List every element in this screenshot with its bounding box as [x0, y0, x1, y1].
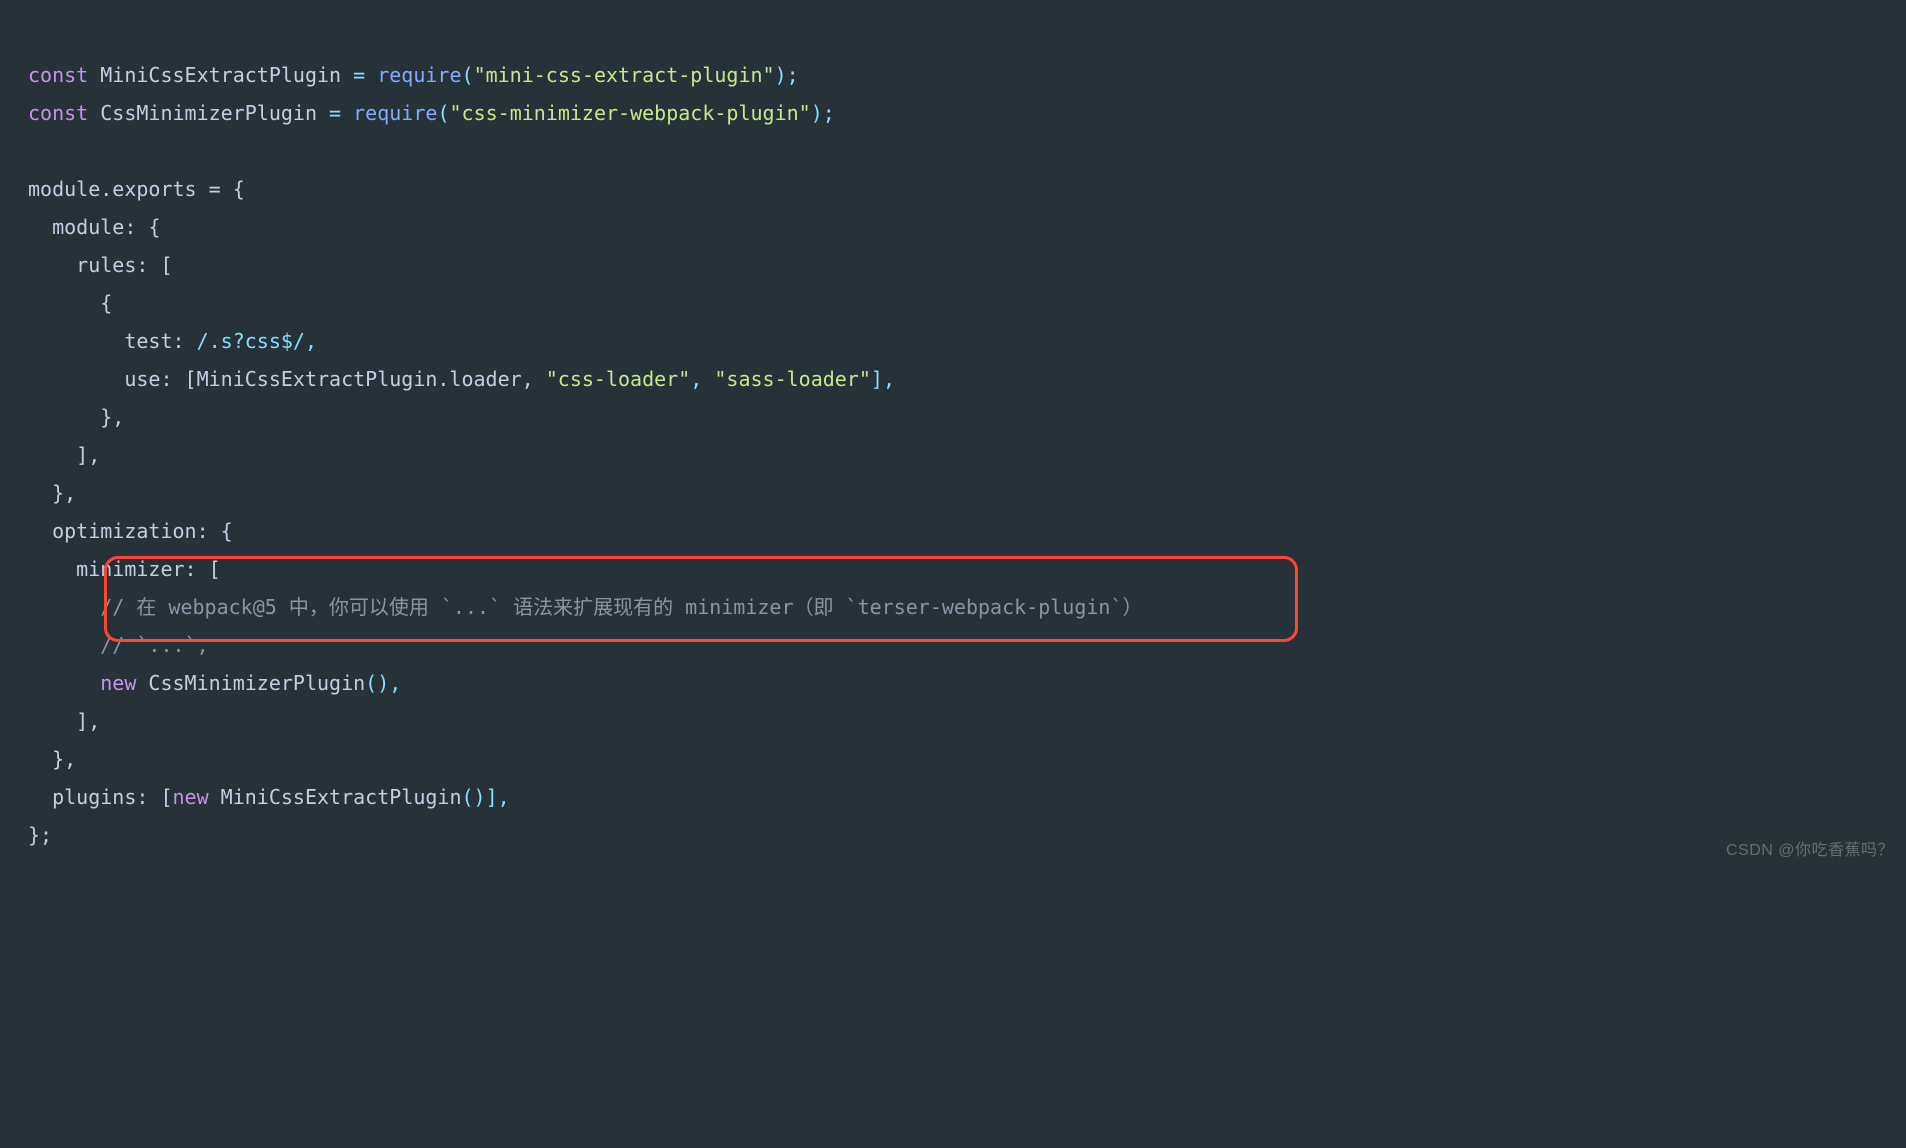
paren-close: ): [775, 63, 787, 87]
fn-require: require: [353, 101, 437, 125]
op: =: [341, 63, 377, 87]
regex-literal: /.s?css$/: [197, 329, 305, 353]
line-rules-close: ],: [28, 443, 100, 467]
watermark-text: CSDN @你吃香蕉吗？: [1726, 836, 1894, 866]
space: [136, 671, 148, 695]
line-rules-open: rules: [: [28, 253, 173, 277]
line-new-cssmin-lead: [28, 671, 100, 695]
keyword-new: new: [100, 671, 136, 695]
line-plugins-lead: plugins: [: [28, 785, 173, 809]
line-rule-open: {: [28, 291, 112, 315]
semicolon: ;: [787, 63, 799, 87]
string-literal: "mini-css-extract-plugin": [474, 63, 775, 87]
call-tail: (),: [365, 671, 401, 695]
comma: ,: [690, 367, 714, 391]
line-module-open: module: {: [28, 215, 160, 239]
line-optimization-open: optimization: {: [28, 519, 233, 543]
line-minimizer-close: ],: [28, 709, 100, 733]
comment-line-1: // 在 webpack@5 中，你可以使用 `...` 语法来扩展现有的 mi…: [28, 595, 1143, 619]
line-optimization-close: },: [28, 747, 76, 771]
line-use-lead: use: [MiniCssExtractPlugin.loader,: [28, 367, 546, 391]
call-tail: ()],: [462, 785, 510, 809]
line-minimizer-open: minimizer: [: [28, 557, 221, 581]
string-sass-loader: "sass-loader": [714, 367, 871, 391]
line-module-close: },: [28, 481, 76, 505]
paren-open: (: [462, 63, 474, 87]
fn-require: require: [377, 63, 461, 87]
comment-line-2: // `...`,: [28, 633, 209, 657]
op: =: [317, 101, 353, 125]
var-cssmin: CssMinimizerPlugin: [100, 101, 317, 125]
line-test-lead: test:: [28, 329, 197, 353]
class-cssminimizer: CssMinimizerPlugin: [148, 671, 365, 695]
keyword-new: new: [173, 785, 209, 809]
var-minicss: MiniCssExtractPlugin: [100, 63, 341, 87]
paren-open: (: [437, 101, 449, 125]
keyword-const: const: [28, 101, 88, 125]
paren-close: ): [811, 101, 823, 125]
bracket-close: ],: [871, 367, 895, 391]
string-literal: "css-minimizer-webpack-plugin": [449, 101, 810, 125]
string-css-loader: "css-loader": [546, 367, 691, 391]
keyword-const: const: [28, 63, 88, 87]
class-minicss: MiniCssExtractPlugin: [221, 785, 462, 809]
line-module-exports: module.exports = {: [28, 177, 245, 201]
space: [209, 785, 221, 809]
line-rule-close: },: [28, 405, 124, 429]
semicolon: ;: [823, 101, 835, 125]
comma: ,: [305, 329, 317, 353]
code-block: const MiniCssExtractPlugin = require("mi…: [0, 0, 1906, 872]
line-close: };: [28, 823, 52, 847]
